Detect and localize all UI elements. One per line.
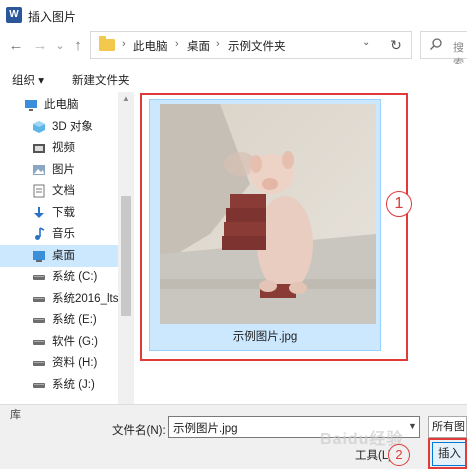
- sidebar-item-label: 软件 (G:): [52, 335, 98, 348]
- download-icon: [34, 206, 44, 218]
- sidebar-item-label: 系统 (E:): [52, 314, 97, 326]
- drive-icon: [33, 318, 45, 323]
- recent-locations-button[interactable]: ⌄: [50, 36, 70, 56]
- tools-dropdown[interactable]: 工具(L): [355, 447, 392, 463]
- drive-icon: [33, 339, 45, 345]
- pictures-icon: [33, 164, 45, 175]
- forward-button[interactable]: →: [30, 36, 50, 56]
- sidebar-item[interactable]: 3D 对象: [0, 116, 118, 138]
- sidebar-item-label: 系统2016_ltsb: [52, 292, 118, 305]
- desktop-icon: [33, 250, 45, 262]
- sidebar-item[interactable]: 文档: [0, 180, 118, 202]
- window-title: 插入图片: [28, 10, 77, 24]
- sidebar-item-label: 文档: [52, 185, 75, 197]
- drive-icon: [33, 382, 45, 388]
- nav-scrollbar-thumb[interactable]: [121, 196, 131, 316]
- sidebar-item[interactable]: 视频: [0, 137, 118, 159]
- annotation-highlight-box: [428, 438, 467, 469]
- drive-icon: [33, 275, 45, 280]
- search-box[interactable]: 搜索: [420, 31, 467, 70]
- drive-icon: [33, 361, 45, 366]
- sidebar-item[interactable]: 系统 (C:): [0, 266, 118, 288]
- sidebar-item-library-partial[interactable]: 库: [10, 406, 21, 422]
- sidebar-item[interactable]: 下载: [0, 202, 118, 224]
- sidebar-item-label: 此电脑: [44, 99, 79, 111]
- back-button[interactable]: ←: [6, 36, 26, 56]
- sidebar-item-label: 系统 (C:): [52, 271, 98, 283]
- breadcrumb-separator: ›: [122, 38, 126, 50]
- breadcrumb-separator: ›: [216, 38, 220, 50]
- scroll-up-arrow-icon[interactable]: ▲: [118, 94, 134, 104]
- sidebar-item[interactable]: 资料 (H:): [0, 352, 118, 374]
- annotation-number-marker: 2: [388, 444, 410, 466]
- sidebar-item[interactable]: 系统 (J:): [0, 374, 118, 396]
- organize-button[interactable]: 组织 ▾: [12, 72, 44, 88]
- sidebar-item[interactable]: 系统 (E:): [0, 309, 118, 331]
- toolbar: 组织 ▾ 新建文件夹: [0, 64, 467, 92]
- breadcrumb-desktop[interactable]: 桌面: [187, 38, 210, 54]
- search-icon: [430, 38, 442, 50]
- sidebar-item-label: 3D 对象: [52, 120, 93, 133]
- sidebar-item-label: 视频: [52, 142, 75, 154]
- word-app-icon: W: [6, 7, 22, 23]
- sidebar-item-label: 桌面: [52, 249, 75, 262]
- annotation-number-marker: 1: [386, 191, 412, 217]
- video-icon: [33, 144, 45, 153]
- chevron-down-icon[interactable]: ⌄: [362, 37, 370, 48]
- filetype-select[interactable]: 所有图: [428, 416, 467, 438]
- chevron-down-icon[interactable]: ▼: [408, 421, 417, 431]
- sidebar-item[interactable]: 图片: [0, 159, 118, 181]
- sidebar-item-label: 音乐: [52, 228, 75, 240]
- sidebar-item-label: 系统 (J:): [52, 378, 95, 391]
- filename-value: 示例图片.jpg: [173, 423, 238, 435]
- breadcrumb-this-pc[interactable]: 此电脑: [133, 38, 168, 54]
- sidebar-item[interactable]: 软件 (G:): [0, 331, 118, 353]
- computer-icon: [25, 100, 37, 111]
- document-icon: [33, 184, 45, 198]
- up-button[interactable]: ↑: [68, 36, 88, 56]
- sidebar-item[interactable]: 桌面: [0, 244, 118, 267]
- annotation-highlight-box: [140, 93, 408, 361]
- sidebar-item-label: 资料 (H:): [52, 357, 98, 369]
- breadcrumb-separator: ›: [175, 38, 179, 50]
- drive-icon: [33, 296, 45, 302]
- watermark: Baidu经验: [320, 431, 404, 448]
- title-bar: W 插入图片: [0, 0, 467, 30]
- refresh-icon[interactable]: ↻: [386, 35, 406, 55]
- sidebar-item[interactable]: 此电脑: [0, 94, 118, 116]
- sidebar-item-label: 下载: [52, 206, 75, 219]
- sidebar-item[interactable]: 系统2016_ltsb: [0, 288, 118, 310]
- filename-label: 文件名(N):: [112, 425, 166, 437]
- navigation-pane: 此电脑 3D 对象视频图片文档下载音乐桌面系统 (C:) 系统2016_ltsb 系统…: [0, 92, 134, 404]
- music-icon: [35, 227, 45, 240]
- new-folder-button[interactable]: 新建文件夹: [72, 72, 130, 88]
- sidebar-item[interactable]: 音乐: [0, 223, 118, 245]
- folder-icon: [99, 36, 115, 51]
- breadcrumb-sample-folder[interactable]: 示例文件夹: [228, 38, 286, 54]
- cube-icon: [33, 120, 45, 133]
- sidebar-item-label: 图片: [52, 163, 75, 176]
